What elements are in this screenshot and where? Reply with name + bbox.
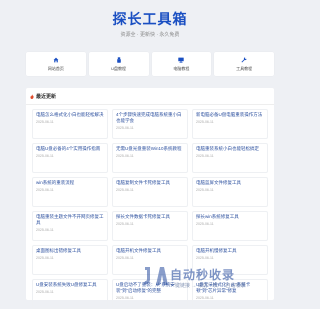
article-card[interactable]: 探长文件数据卡死修复工具 2025-06-11 bbox=[112, 211, 188, 241]
wrench-icon bbox=[241, 57, 247, 63]
article-date: 2025-06-11 bbox=[196, 188, 214, 192]
site-header: 探长工具箱 资源全 · 更新快 · 永久免费 bbox=[0, 0, 300, 47]
article-date: 2025-06-11 bbox=[196, 120, 214, 124]
article-date: 2025-06-11 bbox=[36, 228, 54, 232]
article-card[interactable]: 桌面图标出错修复工具 2025-06-11 bbox=[32, 245, 108, 275]
watermark-slogan: 一键链接 → 来访一次 → 自动收录 bbox=[170, 283, 246, 289]
article-card[interactable]: 探长win系统修复工具 2025-06-11 bbox=[192, 211, 268, 241]
article-title[interactable]: 无需U盘光盘重装Win10系统教程 bbox=[116, 146, 184, 152]
article-date: 2025-06-11 bbox=[36, 290, 54, 294]
article-card[interactable]: 电脑重装系统小白也能轻松搞定 2025-06-11 bbox=[192, 143, 268, 173]
article-title[interactable]: 新电脑必备U盘电脑重装操作方法 bbox=[196, 112, 264, 118]
article-title[interactable]: 电脑蓝屏文件修复工具 bbox=[196, 180, 264, 186]
nav-label-usb-tutorials: U盘教程 bbox=[111, 66, 127, 71]
article-date: 2025-06-11 bbox=[116, 222, 134, 226]
article-card[interactable]: 无需U盘光盘重装Win10系统教程 2025-06-11 bbox=[112, 143, 188, 173]
article-title[interactable]: 4个步骤快速完成电脑系统重小白也能学会 bbox=[116, 112, 184, 124]
nav-label-tool-tutorials: 工具教程 bbox=[236, 66, 253, 71]
article-date: 2025-06-11 bbox=[116, 296, 134, 300]
article-title[interactable]: win系统的重装流程 bbox=[36, 180, 104, 186]
watermark-brand: 自动秒收录 bbox=[170, 268, 236, 282]
article-card[interactable]: U盘安装系统失败U盘修复工具 2025-06-11 bbox=[32, 279, 108, 309]
nav-item-home[interactable]: 网站首页 bbox=[26, 52, 86, 76]
article-date: 2025-06-11 bbox=[196, 296, 214, 300]
article-card[interactable]: 电脑怎么格式化小白也能轻松解决 2025-06-11 bbox=[32, 109, 108, 139]
nav-label-pc-tutorials: 电脑教程 bbox=[173, 66, 190, 71]
monitor-icon bbox=[178, 57, 185, 63]
watermark: 自动秒收录 一键链接 → 来访一次 → 自动收录 bbox=[140, 262, 290, 292]
article-card[interactable]: win系统的重装流程 2025-06-11 bbox=[32, 177, 108, 207]
article-title[interactable]: 电脑重装主题文件不开网页修复工具 bbox=[36, 214, 104, 226]
article-title[interactable]: 桌面图标出错修复工具 bbox=[36, 248, 104, 254]
article-card[interactable]: 电脑复制文件卡死修复工具 2025-06-11 bbox=[112, 177, 188, 207]
article-title[interactable]: 电脑复制文件卡死修复工具 bbox=[116, 180, 184, 186]
article-date: 2025-06-11 bbox=[36, 154, 54, 158]
article-date: 2025-06-11 bbox=[116, 126, 134, 130]
article-date: 2025-06-11 bbox=[116, 256, 134, 260]
watermark-logo-icon bbox=[144, 267, 168, 285]
article-date: 2025-06-11 bbox=[116, 188, 134, 192]
article-title[interactable]: 电脑开机慢修复工具 bbox=[196, 248, 264, 254]
nav-item-usb-tutorials[interactable]: U盘教程 bbox=[88, 52, 149, 76]
article-card[interactable]: 新电脑必备U盘电脑重装操作方法 2025-06-11 bbox=[192, 109, 268, 139]
fire-icon bbox=[30, 93, 34, 99]
article-title[interactable]: 电脑重装系统小白也能轻松搞定 bbox=[196, 146, 264, 152]
article-card[interactable]: 电脑蓝屏文件修复工具 2025-06-11 bbox=[192, 177, 268, 207]
site-tagline: 资源全 · 更新快 · 永久免费 bbox=[120, 32, 180, 38]
article-date: 2025-06-11 bbox=[36, 120, 54, 124]
article-title[interactable]: 探长文件数据卡死修复工具 bbox=[116, 214, 184, 220]
home-icon bbox=[53, 57, 59, 63]
section-title: 最近更新 bbox=[36, 93, 57, 100]
article-title[interactable]: 探长win系统修复工具 bbox=[196, 214, 264, 220]
nav-item-tool-tutorials[interactable]: 工具教程 bbox=[214, 52, 274, 76]
article-title[interactable]: 电脑怎么格式化小白也能轻松解决 bbox=[36, 112, 104, 118]
article-title[interactable]: 电脑U盘必备的4个实用操作指南 bbox=[36, 146, 104, 152]
nav-label-home: 网站首页 bbox=[47, 66, 64, 71]
article-date: 2025-06-11 bbox=[116, 154, 134, 158]
article-date: 2025-06-11 bbox=[36, 256, 54, 260]
panel-header: 最近更新 bbox=[26, 88, 274, 105]
article-card[interactable]: 电脑重装主题文件不开网页修复工具 2025-06-11 bbox=[32, 211, 108, 241]
article-date: 2025-06-11 bbox=[196, 154, 214, 158]
nav-item-pc-tutorials[interactable]: 电脑教程 bbox=[151, 52, 212, 76]
main-nav: 网站首页 U盘教程 电脑教程 工具教程 bbox=[26, 52, 274, 76]
article-date: 2025-06-11 bbox=[36, 188, 54, 192]
site-title[interactable]: 探长工具箱 bbox=[0, 11, 300, 27]
article-title[interactable]: 电脑开机文件修复工具 bbox=[116, 248, 184, 254]
usb-drive-icon bbox=[116, 57, 121, 63]
article-card[interactable]: 4个步骤快速完成电脑系统重小白也能学会 2025-06-11 bbox=[112, 109, 188, 139]
article-date: 2025-06-11 bbox=[196, 256, 214, 260]
article-date: 2025-06-11 bbox=[196, 222, 214, 226]
article-title[interactable]: U盘安装系统失败U盘修复工具 bbox=[36, 282, 104, 288]
article-card[interactable]: 电脑U盘必备的4个实用操作指南 2025-06-11 bbox=[32, 143, 108, 173]
